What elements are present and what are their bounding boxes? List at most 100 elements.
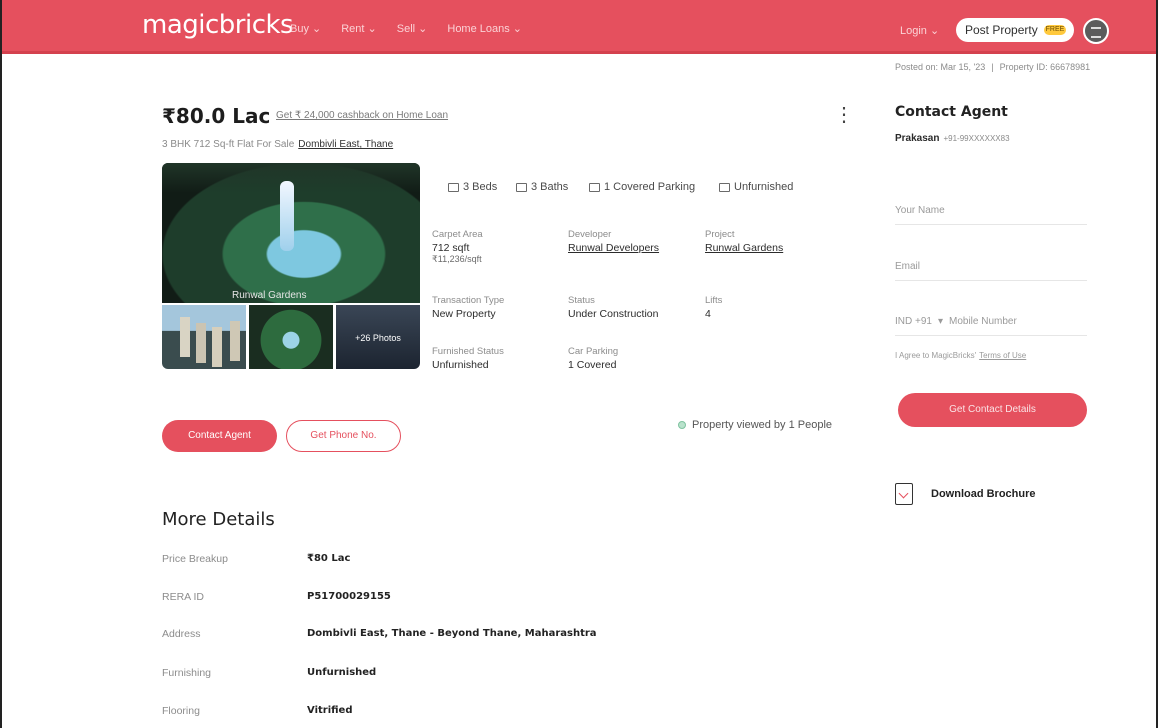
post-property-button[interactable]: Post Property FREE xyxy=(956,18,1074,42)
amenity-parking-label: 1 Covered Parking xyxy=(604,181,696,193)
amenity-parking: 1 Covered Parking xyxy=(589,181,695,193)
mobile-field[interactable]: IND +91 ▾ Mobile Number xyxy=(895,316,1087,336)
fact-value: Unfurnished xyxy=(432,359,489,371)
get-phone-button[interactable]: Get Phone No. xyxy=(286,420,401,452)
fact-label: Developer xyxy=(568,229,612,240)
amenity-furnishing-label: Unfurnished xyxy=(734,181,794,193)
agent-info: Prakasan +91-99XXXXXX83 xyxy=(895,133,1010,144)
detail-value: Dombivli East, Thane - Beyond Thane, Mah… xyxy=(307,628,597,639)
detail-key: Flooring xyxy=(162,705,200,717)
property-type: 3 BHK 712 Sq-ft Flat For Sale xyxy=(162,139,295,150)
thumbnail-building[interactable] xyxy=(162,305,246,369)
fact-value: Under Construction xyxy=(568,308,659,320)
detail-key: Price Breakup xyxy=(162,553,228,565)
property-id: Property ID: 66678981 xyxy=(999,62,1091,72)
nav-sell[interactable]: Sell ⌄ xyxy=(397,22,428,35)
free-badge: FREE xyxy=(1044,25,1066,35)
cashback-link[interactable]: Get ₹ 24,000 cashback on Home Loan xyxy=(276,110,448,121)
nav-rent[interactable]: Rent ⌄ xyxy=(341,22,377,35)
fact-value: New Property xyxy=(432,308,496,320)
download-brochure-link[interactable]: Download Brochure xyxy=(895,483,1036,505)
fact-value: 4 xyxy=(705,308,711,320)
fact-lifts: Lifts 4 xyxy=(705,295,722,320)
detail-row: Address Dombivli East, Thane - Beyond Th… xyxy=(162,628,597,640)
project-link[interactable]: Runwal Gardens xyxy=(705,242,783,254)
detail-row: RERA ID P51700029155 xyxy=(162,591,391,603)
detail-value: P51700029155 xyxy=(307,591,391,602)
thumbnail-garden[interactable] xyxy=(249,305,333,369)
developer-link[interactable]: Runwal Developers xyxy=(568,242,659,254)
detail-row: Furnishing Unfurnished xyxy=(162,667,376,679)
fact-transaction: Transaction Type New Property xyxy=(432,295,504,320)
top-navbar: magicbricks Buy ⌄ Rent ⌄ Sell ⌄ Home Loa… xyxy=(2,0,1156,54)
agent-phone: +91-99XXXXXX83 xyxy=(943,134,1010,143)
photo-caption: Runwal Gardens xyxy=(232,290,307,301)
terms-agreement: I Agree to MagicBricks' Terms of Use xyxy=(895,351,1026,360)
property-subtitle: 3 BHK 712 Sq-ft Flat For Sale Dombivli Ea… xyxy=(162,139,393,150)
detail-key: Address xyxy=(162,628,201,640)
eye-icon xyxy=(678,421,686,429)
fact-project: Project Runwal Gardens xyxy=(705,229,783,254)
nav-buy[interactable]: Buy ⌄ xyxy=(290,22,321,35)
agent-name: Prakasan xyxy=(895,133,940,144)
posted-meta: Posted on: Mar 15, '23 | Property ID: 6667… xyxy=(895,62,1091,72)
photo-thumbnails: +26 Photos xyxy=(162,305,420,369)
contact-agent-button[interactable]: Contact Agent xyxy=(162,420,277,452)
photo-fountain xyxy=(280,181,294,251)
fact-label: Furnished Status xyxy=(432,346,504,357)
amenity-baths: 3 Baths xyxy=(516,181,568,193)
fact-status: Status Under Construction xyxy=(568,295,658,320)
amenity-baths-label: 3 Baths xyxy=(531,181,569,193)
fact-furnished: Furnished Status Unfurnished xyxy=(432,346,504,371)
download-icon xyxy=(895,483,913,505)
site-logo[interactable]: magicbricks xyxy=(142,10,294,40)
amenity-beds: 3 Beds xyxy=(448,181,497,193)
main-nav: Buy ⌄ Rent ⌄ Sell ⌄ Home Loans ⌄ xyxy=(290,22,522,35)
country-code-select[interactable]: IND +91 xyxy=(895,316,932,327)
get-contact-details-button[interactable]: Get Contact Details xyxy=(898,393,1087,427)
fact-value: 1 Covered xyxy=(568,359,617,371)
post-property-label: Post Property xyxy=(965,23,1038,37)
fact-label: Car Parking xyxy=(568,346,619,357)
parking-icon xyxy=(589,182,600,192)
detail-row: Flooring Vitrified xyxy=(162,705,352,717)
mobile-number-input[interactable]: Mobile Number xyxy=(949,316,1017,327)
fact-value: 712 sqft xyxy=(432,242,470,254)
fact-label: Status xyxy=(568,295,595,306)
terms-link[interactable]: Terms of Use xyxy=(979,351,1026,360)
fact-label: Transaction Type xyxy=(432,295,505,306)
fact-car-parking: Car Parking 1 Covered xyxy=(568,346,618,371)
detail-row: Price Breakup ₹80 Lac xyxy=(162,553,350,565)
thumbnail-more[interactable]: +26 Photos xyxy=(336,305,420,369)
amenity-furnishing: Unfurnished xyxy=(719,181,793,193)
bath-icon xyxy=(516,182,527,192)
posted-date: Posted on: Mar 15, '23 xyxy=(895,62,986,72)
views-text: Property viewed by 1 People xyxy=(692,419,833,431)
property-price: ₹80.0 Lac xyxy=(162,104,271,128)
fact-carpet-area: Carpet Area 712 sqft ₹11,236/sqft xyxy=(432,229,483,265)
detail-value: ₹80 Lac xyxy=(307,553,351,564)
chevron-down-icon: ▾ xyxy=(937,316,943,327)
fact-label: Lifts xyxy=(705,295,723,306)
nav-home-loans[interactable]: Home Loans ⌄ xyxy=(447,22,522,35)
email-field[interactable]: Email xyxy=(895,261,1087,281)
menu-icon[interactable] xyxy=(1083,18,1109,44)
amenity-beds-label: 3 Beds xyxy=(463,181,498,193)
agree-text: I Agree to MagicBricks' xyxy=(895,351,977,360)
main-photo[interactable]: Runwal Gardens xyxy=(162,163,420,303)
fact-label: Project xyxy=(705,229,735,240)
fact-label: Carpet Area xyxy=(432,229,483,240)
detail-value: Unfurnished xyxy=(307,667,377,678)
more-options-icon[interactable]: ⋮ xyxy=(834,102,854,127)
fact-subvalue: ₹11,236/sqft xyxy=(432,254,482,264)
name-field[interactable]: Your Name xyxy=(895,205,1087,225)
more-details-title: More Details xyxy=(162,509,275,530)
contact-panel-title: Contact Agent xyxy=(895,104,1008,120)
detail-key: Furnishing xyxy=(162,667,212,679)
views-indicator: Property viewed by 1 People xyxy=(678,419,832,431)
login-menu[interactable]: Login ⌄ xyxy=(900,24,939,37)
detail-key: RERA ID xyxy=(162,591,205,603)
fact-developer: Developer Runwal Developers xyxy=(568,229,659,254)
location-link[interactable]: Dombivli East, Thane xyxy=(298,139,393,150)
bed-icon xyxy=(448,182,459,192)
